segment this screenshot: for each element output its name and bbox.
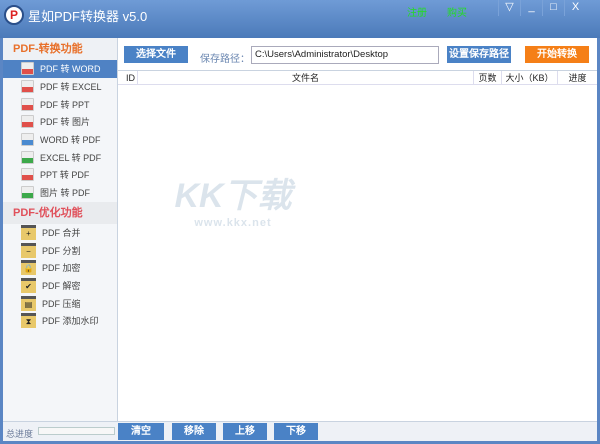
convert-list: PDF 转 WORD PDF 转 EXCEL PDF 转 PPT PDF 转 图片 WO… — [3, 60, 117, 202]
sidebar-item-label: PDF 转 WORD — [40, 64, 101, 75]
minimize-button[interactable]: _ — [520, 0, 542, 16]
folder-icon: ▤ — [21, 295, 36, 311]
col-pages[interactable]: 页数 — [474, 71, 502, 85]
optimize-list: + PDF 合并 − PDF 分割 🔒 PDF 加密 ✔ PDF 解密 ▤ PDF 压缩 ⧗ PDF … — [3, 224, 117, 330]
col-progress[interactable]: 进度 — [558, 71, 597, 85]
sidebar-item-optimize[interactable]: ▤ PDF 压缩 — [3, 294, 117, 312]
sidebar-item-convert[interactable]: PDF 转 WORD — [3, 60, 117, 78]
col-filename[interactable]: 文件名 — [138, 71, 474, 85]
sidebar-item-label: 图片 转 PDF — [40, 188, 91, 199]
sidebar-item-label: PDF 压缩 — [42, 298, 81, 309]
maximize-button[interactable]: □ — [542, 0, 564, 16]
pdf-file-icon — [21, 62, 34, 76]
sidebar-item-label: PDF 解密 — [42, 280, 81, 291]
app-logo: P — [4, 5, 24, 25]
pdf-file-icon — [21, 97, 34, 111]
bottom-bar: 总进度 清空 移除 上移 下移 — [3, 421, 597, 441]
sidebar-item-label: PDF 转 PPT — [40, 99, 90, 110]
section-convert: PDF-转换功能 — [3, 38, 117, 60]
remove-button[interactable]: 移除 — [172, 423, 216, 440]
move-down-button[interactable]: 下移 — [274, 423, 318, 440]
sidebar-item-convert[interactable]: PDF 转 PPT — [3, 95, 117, 113]
table-header: ID 文件名 页数 大小（KB） 进度 — [118, 71, 597, 85]
set-save-path-button[interactable]: 设置保存路径 — [447, 46, 511, 63]
menu-button[interactable]: ▽ — [498, 0, 520, 16]
ppt-file-icon — [21, 168, 34, 182]
folder-icon: ✔ — [21, 277, 36, 293]
save-path-label: 保存路径： — [200, 54, 250, 65]
sidebar-item-convert[interactable]: 图片 转 PDF — [3, 184, 117, 202]
folder-icon: 🔒 — [21, 260, 36, 276]
sidebar-item-optimize[interactable]: + PDF 合并 — [3, 224, 117, 242]
clear-button[interactable]: 清空 — [118, 423, 164, 440]
sidebar-item-label: PDF 分割 — [42, 245, 81, 256]
col-size[interactable]: 大小（KB） — [502, 71, 558, 85]
sidebar-item-convert[interactable]: PDF 转 图片 — [3, 113, 117, 131]
folder-icon: ⧗ — [21, 313, 36, 329]
save-path-input[interactable]: C:\Users\Administrator\Desktop — [251, 46, 439, 64]
sidebar-item-optimize[interactable]: 🔒 PDF 加密 — [3, 259, 117, 277]
image-file-icon — [21, 186, 34, 200]
sidebar-item-label: EXCEL 转 PDF — [40, 152, 102, 163]
app-title: 星如PDF转换器 v5.0 — [28, 9, 148, 24]
pdf-file-icon — [21, 115, 34, 129]
sidebar-item-convert[interactable]: PDF 转 EXCEL — [3, 78, 117, 96]
sidebar-item-label: PPT 转 PDF — [40, 170, 90, 181]
folder-icon: + — [21, 224, 36, 240]
register-link[interactable]: 注册 — [407, 4, 427, 19]
file-table: ID 文件名 页数 大小（KB） 进度 — [118, 70, 597, 421]
sidebar-item-optimize[interactable]: − PDF 分割 — [3, 241, 117, 259]
sidebar-item-convert[interactable]: WORD 转 PDF — [3, 131, 117, 149]
sidebar-item-label: PDF 转 EXCEL — [40, 82, 102, 93]
select-file-button[interactable]: 选择文件 — [124, 46, 188, 63]
excel-file-icon — [21, 150, 34, 164]
sidebar-item-optimize[interactable]: ✔ PDF 解密 — [3, 277, 117, 295]
sidebar-item-label: WORD 转 PDF — [40, 135, 101, 146]
col-id[interactable]: ID — [118, 71, 138, 85]
sidebar: PDF-转换功能 PDF 转 WORD PDF 转 EXCEL PDF 转 PPT P… — [3, 38, 118, 421]
main-window: PDF-转换功能 PDF 转 WORD PDF 转 EXCEL PDF 转 PPT P… — [3, 38, 597, 441]
total-progress-bar — [38, 427, 115, 435]
sidebar-item-convert[interactable]: EXCEL 转 PDF — [3, 148, 117, 166]
buy-link[interactable]: 购买 — [447, 4, 467, 19]
sidebar-item-label: PDF 合并 — [42, 227, 81, 238]
total-progress-label: 总进度 — [6, 429, 34, 439]
sidebar-item-label: PDF 转 图片 — [40, 117, 91, 128]
close-button[interactable]: X — [564, 0, 586, 16]
title-bar: P 星如PDF转换器 v5.0 注册 购买 ▽ _ □ X — [0, 0, 600, 38]
pdf-file-icon — [21, 80, 34, 94]
word-file-icon — [21, 133, 34, 147]
start-convert-button[interactable]: 开始转换 — [525, 46, 589, 63]
sidebar-item-label: PDF 添加水印 — [42, 316, 99, 327]
sidebar-item-optimize[interactable]: ⧗ PDF 添加水印 — [3, 312, 117, 330]
sidebar-item-convert[interactable]: PPT 转 PDF — [3, 166, 117, 184]
section-optimize: PDF-优化功能 — [3, 201, 117, 224]
move-up-button[interactable]: 上移 — [223, 423, 267, 440]
folder-icon: − — [21, 242, 36, 258]
sidebar-item-label: PDF 加密 — [42, 263, 81, 274]
toolbar: 选择文件 保存路径： C:\Users\Administrator\Deskto… — [118, 38, 597, 70]
